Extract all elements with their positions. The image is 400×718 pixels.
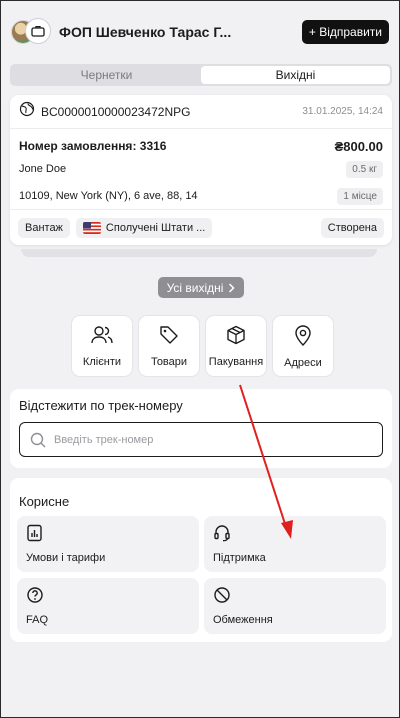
company-name[interactable]: ФОП Шевченко Тарас Г... [59,24,302,40]
restrictions-item[interactable]: Обмеження [204,578,386,634]
tab-drafts[interactable]: Чернетки [12,66,201,84]
order-card[interactable]: BC0000010000023472NPG 31.01.2025, 14:24 … [10,95,392,245]
quick-action-label: Адреси [284,356,322,369]
country-chip: Сполучені Штати ... [75,217,213,238]
useful-section: Корисне Умови і тарифи Підтримка FAQ Обм… [10,478,392,642]
all-outgoing-button[interactable]: Усі вихідні [158,277,244,298]
quick-clients-button[interactable]: Клієнти [71,315,133,377]
briefcase-icon [25,18,51,44]
status-badge: Створена [320,217,384,238]
chart-doc-icon [26,524,44,546]
useful-item-label: Підтримка [213,552,266,564]
segmented-tabs: Чернетки Вихідні [10,64,392,86]
recipient-name: Jone Doe [19,163,67,175]
tab-outgoing[interactable]: Вихідні [201,66,390,84]
weight-badge: 0.5 кг [346,160,383,178]
tracking-title: Відстежити по трек-номеру [19,398,183,413]
useful-item-label: Умови і тарифи [26,552,106,564]
cargo-type-chip: Вантаж [18,217,70,238]
faq-item[interactable]: FAQ [17,578,199,634]
headset-icon [213,525,231,546]
quick-actions: Клієнти Товари Пакування Адреси [71,315,334,377]
tag-icon [159,325,179,350]
support-item[interactable]: Підтримка [204,516,386,572]
quick-action-label: Клієнти [82,355,122,368]
order-number: Номер замовлення: 3316 [19,139,167,153]
useful-item-label: Обмеження [213,614,273,626]
useful-title: Корисне [19,494,70,509]
country-label: Сполучені Штати ... [105,221,206,234]
tracking-search-box[interactable] [19,422,383,457]
help-circle-icon [26,587,44,608]
order-price: ₴800.00 [334,138,383,154]
app-header: ФОП Шевченко Тарас Г... + Відправити [1,1,399,63]
places-badge: 1 місце [337,187,383,205]
all-outgoing-label: Усі вихідні [166,280,224,295]
chevron-right-icon [228,282,235,293]
search-icon [30,432,46,448]
send-button[interactable]: + Відправити [301,20,389,44]
account-switcher[interactable] [11,18,51,46]
terms-and-rates-item[interactable]: Умови і тарифи [17,516,199,572]
ban-icon [213,587,231,608]
quick-addresses-button[interactable]: Адреси [272,315,334,377]
box-icon [226,325,246,350]
quick-packaging-button[interactable]: Пакування [205,315,267,377]
tracking-card: Відстежити по трек-номеру [10,389,392,468]
map-pin-icon [294,324,312,351]
quick-action-label: Товари [150,355,188,368]
globe-icon [19,101,35,122]
delivery-address: 10109, New York (NY), 6 ave, 88, 14 [19,190,198,202]
order-datetime: 31.01.2025, 14:24 [302,106,383,117]
stacked-card-edge [21,249,377,257]
quick-goods-button[interactable]: Товари [138,315,200,377]
useful-item-label: FAQ [26,614,49,626]
tracking-number-input[interactable] [54,433,372,446]
tracking-id: BC0000010000023472NPG [41,104,191,119]
us-flag-icon [82,221,101,234]
users-icon [91,325,113,350]
quick-action-label: Пакування [208,355,264,368]
